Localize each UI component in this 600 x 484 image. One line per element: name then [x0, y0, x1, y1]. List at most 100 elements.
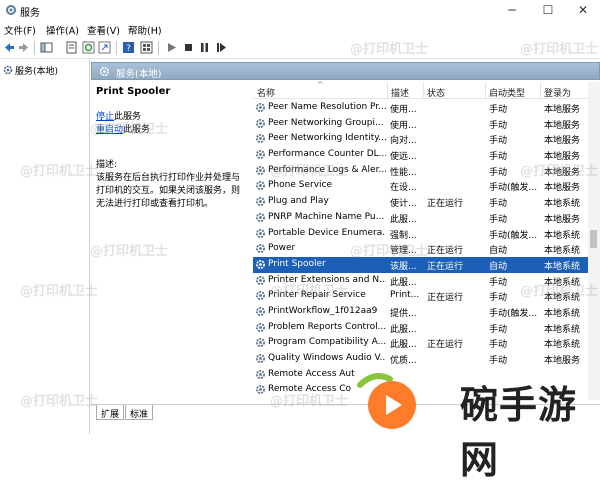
service-desc-cell: 提供...: [390, 308, 417, 319]
watermark-text: @打印机卫士: [270, 164, 349, 179]
watermark-text: @打印机卫士: [520, 42, 599, 57]
menu-help[interactable]: 帮助(H): [128, 23, 162, 37]
export-icon[interactable]: [98, 41, 111, 54]
service-name-cell: Plug and Play: [268, 196, 329, 207]
service-startup-cell: 手动(触发...: [489, 230, 538, 241]
gear-icon: [255, 118, 266, 129]
stop-icon[interactable]: [182, 41, 195, 54]
column-header-startup[interactable]: 启动类型: [489, 86, 525, 99]
watermark-text: @打印机卫士: [20, 394, 99, 409]
table-row[interactable]: Problem Reports Control... 此服... 手动 本地系统: [253, 320, 588, 336]
view-icon[interactable]: [140, 41, 153, 54]
svg-text:?: ?: [126, 44, 131, 54]
column-header-login[interactable]: 登录为: [544, 86, 571, 99]
service-name-cell: Program Compatibility A...: [268, 337, 386, 348]
column-header-status[interactable]: 状态: [427, 86, 445, 99]
tab-standard[interactable]: 标准: [125, 405, 154, 420]
column-header-desc[interactable]: 描述: [391, 86, 409, 99]
service-startup-cell: 手动: [489, 105, 508, 115]
gear-icon: [99, 66, 110, 77]
restart-icon[interactable]: [215, 41, 228, 54]
service-name-cell: Performance Counter DL...: [268, 149, 386, 160]
service-name-cell: Phone Service: [268, 180, 333, 191]
service-startup-cell: 自动: [489, 246, 508, 257]
service-name-cell: PNRP Machine Name Pu...: [268, 211, 385, 222]
sort-indicator-icon: ^: [317, 80, 324, 89]
service-startup-cell: 手动(触发...: [489, 183, 538, 194]
service-login-cell: 本地系统: [544, 340, 581, 351]
table-row[interactable]: Peer Networking Identity... 向对... 手动 本地服务: [253, 131, 588, 147]
service-startup-cell: 手动: [489, 199, 508, 210]
pane-header-title: 服务(本地): [116, 69, 162, 80]
watermark-text: @打印机卫士: [520, 164, 599, 179]
service-login-cell: 本地系统: [544, 246, 581, 257]
close-button[interactable]: ✕: [566, 0, 600, 20]
help-icon[interactable]: ?: [122, 41, 135, 54]
refresh-icon[interactable]: [82, 41, 95, 54]
gear-icon: [255, 259, 266, 270]
service-desc-cell: 使用...: [390, 120, 417, 131]
start-icon[interactable]: [165, 41, 178, 54]
service-name-cell: Peer Networking Identity...: [268, 133, 386, 144]
table-row[interactable]: Print Spooler 该服... 正在运行 自动 本地系统: [253, 256, 588, 273]
service-startup-cell: 手动: [489, 136, 508, 147]
services-app-icon: [6, 5, 16, 15]
table-row[interactable]: Peer Networking Groupi... 使用... 手动 本地服务: [253, 116, 588, 132]
watermark-text: @打印机卫士: [270, 394, 349, 409]
description-line-2: 打印机的交互。如果关闭该服务，则: [96, 186, 241, 196]
properties-icon[interactable]: [65, 41, 78, 54]
table-row[interactable]: Plug and Play 使计... 正在运行 手动 本地系统: [253, 194, 588, 210]
service-startup-cell: 手动: [489, 324, 508, 335]
watermark-text: @打印机卫士: [350, 244, 429, 259]
gear-icon: [255, 196, 266, 207]
service-desc-cell: 此服...: [390, 277, 417, 288]
menu-action[interactable]: 操作(A): [46, 23, 79, 37]
tree-item-services-local[interactable]: 服务(本地): [3, 64, 58, 77]
table-row[interactable]: PNRP Machine Name Pu... 此服... 手动 本地服务: [253, 210, 588, 226]
minimize-button[interactable]: ─: [495, 0, 529, 20]
watermark-text: @打印机卫士: [20, 164, 99, 179]
title-bar: 服务 ─ ☐ ✕: [0, 0, 600, 20]
scrollbar-thumb[interactable]: [590, 230, 597, 248]
watermark-text: @打印机卫士: [270, 284, 349, 299]
table-row[interactable]: Phone Service 在设... 手动(触发... 本地服务: [253, 178, 588, 194]
menu-file[interactable]: 文件(F): [4, 23, 36, 37]
gear-icon: [255, 290, 266, 301]
watermark-text: @打印机卫士: [90, 244, 169, 259]
description-line-3: 无法进行打印或查看打印机。: [96, 199, 214, 209]
window-title: 服务: [20, 8, 40, 19]
service-desc-cell: 使远...: [390, 152, 417, 163]
service-detail-panel: Print Spooler 停止此服务 重启动此服务 描述: 该服务在后台执行打…: [96, 86, 246, 209]
table-row[interactable]: PrintWorkflow_1f012aa9 提供... 手动(触发... 本地系统: [253, 304, 588, 320]
back-icon[interactable]: [3, 41, 16, 54]
pause-icon[interactable]: [198, 41, 211, 54]
maximize-button[interactable]: ☐: [531, 0, 565, 20]
service-login-cell: 本地服务: [544, 214, 581, 225]
forward-icon[interactable]: [17, 41, 30, 54]
column-header-name[interactable]: 名称: [257, 86, 275, 99]
console-tree-icon[interactable]: [40, 41, 53, 54]
service-startup-cell: 手动: [489, 340, 508, 351]
table-row[interactable]: Portable Device Enumera... 强制... 手动(触发... 本…: [253, 226, 588, 242]
service-desc-cell: 该服...: [390, 261, 417, 272]
gear-icon: [255, 337, 266, 348]
service-name: Print Spooler: [96, 86, 171, 97]
service-desc-cell: 向对...: [390, 136, 417, 147]
gear-icon: [255, 243, 266, 254]
tree-item-label: 服务(本地): [15, 67, 59, 77]
table-row[interactable]: Peer Name Resolution Pr... 使用... 手动 本地服务: [253, 100, 588, 116]
list-header: ^ 名称 描述 状态 启动类型 登录为: [253, 80, 600, 99]
service-desc-cell: 在设...: [390, 183, 417, 194]
service-name-cell: PrintWorkflow_1f012aa9: [268, 305, 378, 316]
service-desc-cell: Print...: [390, 290, 420, 301]
tab-extended[interactable]: 扩展: [96, 405, 125, 420]
service-name-cell: Problem Reports Control...: [268, 321, 386, 332]
gear-icon: [255, 212, 266, 223]
service-login-cell: 本地服务: [544, 136, 581, 147]
table-row[interactable]: Program Compatibility A... 此服... 正在运行 手动 本地系…: [253, 335, 588, 351]
menu-view[interactable]: 查看(V): [87, 23, 120, 37]
gear-icon: [255, 165, 266, 176]
service-login-cell: 本地系统: [544, 308, 581, 319]
service-desc-cell: 使用...: [390, 105, 417, 115]
service-status-cell: 正在运行: [427, 293, 464, 304]
